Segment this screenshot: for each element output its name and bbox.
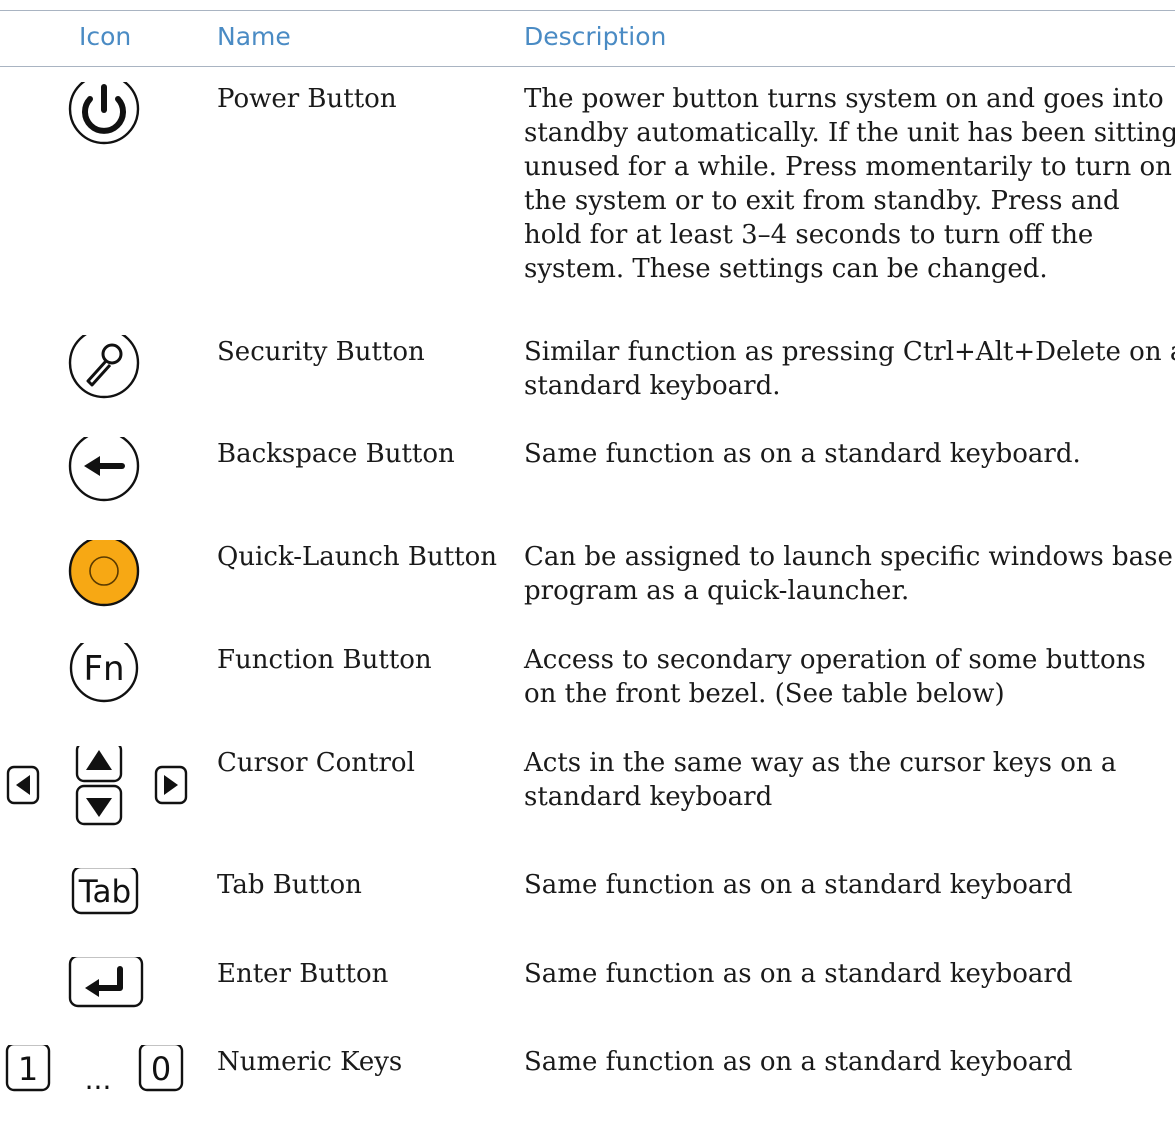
down-arrow-key [75,784,123,826]
table-header-rule [0,66,1175,67]
svg-text:Fn: Fn [83,649,124,689]
up-arrow-key [75,741,123,783]
row-description: Can be assigned to launch specific windo… [524,542,1173,606]
row-description: Same function as on a standard keyboard. [524,439,1081,469]
numeric-keys-icon: 1 ... 0 [5,1042,184,1096]
row-name: Backspace Button [217,439,455,469]
fn-icon: Fn [69,633,139,703]
row-description: Acts in the same way as the cursor keys … [524,748,1117,812]
table-top-rule [0,10,1175,11]
row-description: Same function as on a standard keyboard [524,959,1073,989]
row-description: The power button turns system on and goe… [524,84,1175,284]
row-name: Function Button [217,645,432,675]
left-arrow-key [6,765,40,805]
cursor-keys-icon [6,741,188,826]
svg-text:...: ... [85,1063,112,1096]
column-header-description: Description [524,22,667,51]
column-header-name: Name [217,22,291,51]
row-name: Quick-Launch Button [217,542,497,572]
right-arrow-key [154,765,188,805]
row-name: Enter Button [217,959,389,989]
row-description: Same function as on a standard keyboard [524,870,1073,900]
power-icon [68,73,140,145]
enter-key-icon [68,954,144,1008]
security-icon [68,327,140,399]
column-header-icon: Icon [79,22,132,51]
row-name: Numeric Keys [217,1047,403,1077]
row-name: Power Button [217,84,397,114]
svg-text:0: 0 [151,1050,171,1088]
row-name: Tab Button [217,870,362,900]
svg-text:Tab: Tab [78,874,131,910]
tab-key-icon: Tab [71,865,139,915]
backspace-arrow-icon [68,430,140,502]
row-name: Security Button [217,337,425,367]
svg-text:1: 1 [18,1050,38,1088]
quick-launch-icon [68,535,140,607]
row-name: Cursor Control [217,748,415,778]
row-description: Same function as on a standard keyboard [524,1047,1073,1077]
row-description: Access to secondary operation of some bu… [524,645,1146,709]
row-description: Similar function as pressing Ctrl+Alt+De… [524,337,1175,401]
